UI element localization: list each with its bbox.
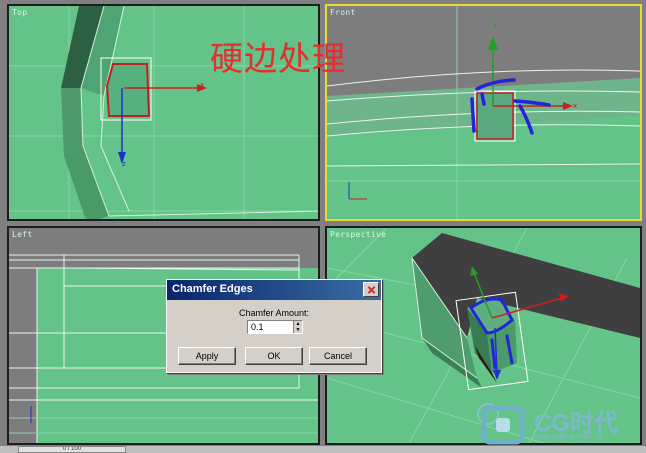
z-axis-label: z	[122, 160, 126, 168]
annotation-text: 硬边处理	[210, 39, 346, 78]
y-axis-label: y	[493, 20, 498, 28]
chamfer-amount-spinner[interactable]: 0.1 ▲ ▼	[247, 320, 303, 334]
chamfer-edges-dialog: Chamfer Edges Chamfer Amount: 0.1 ▲ ▼ Ap…	[166, 279, 382, 373]
max-workspace: Top x z Front y x Left Perspective 硬边处理 …	[0, 0, 646, 453]
dialog-titlebar[interactable]: Chamfer Edges	[167, 280, 381, 300]
chamfer-amount-label: Chamfer Amount:	[238, 308, 310, 318]
chamfer-amount-value[interactable]: 0.1	[251, 322, 264, 332]
apply-button[interactable]: Apply	[178, 347, 236, 365]
logo-url: www.cgtime.com.cn	[532, 432, 603, 441]
spinner-arrows[interactable]: ▲ ▼	[293, 321, 302, 333]
viewport-label-top[interactable]: Top	[12, 8, 27, 17]
front-viewport-geometry	[327, 6, 640, 219]
logo-icon	[477, 403, 525, 445]
viewport-front[interactable]: Front y x	[325, 4, 642, 221]
viewport-label-perspective[interactable]: Perspective	[330, 230, 386, 239]
viewport-label-left[interactable]: Left	[12, 230, 32, 239]
cgtime-logo: CG时代 www.cgtime.com.cn	[474, 400, 646, 446]
cancel-button[interactable]: Cancel	[309, 347, 367, 365]
viewport-label-front[interactable]: Front	[330, 8, 356, 17]
close-icon[interactable]	[363, 282, 379, 297]
x-axis-label: x	[573, 102, 578, 110]
ok-button[interactable]: OK	[245, 347, 303, 365]
dialog-title: Chamfer Edges	[172, 283, 253, 295]
spin-down-icon[interactable]: ▼	[294, 327, 302, 333]
x-axis-label: x	[200, 81, 205, 89]
timeline-slider[interactable]: 0 / 100	[18, 446, 126, 453]
